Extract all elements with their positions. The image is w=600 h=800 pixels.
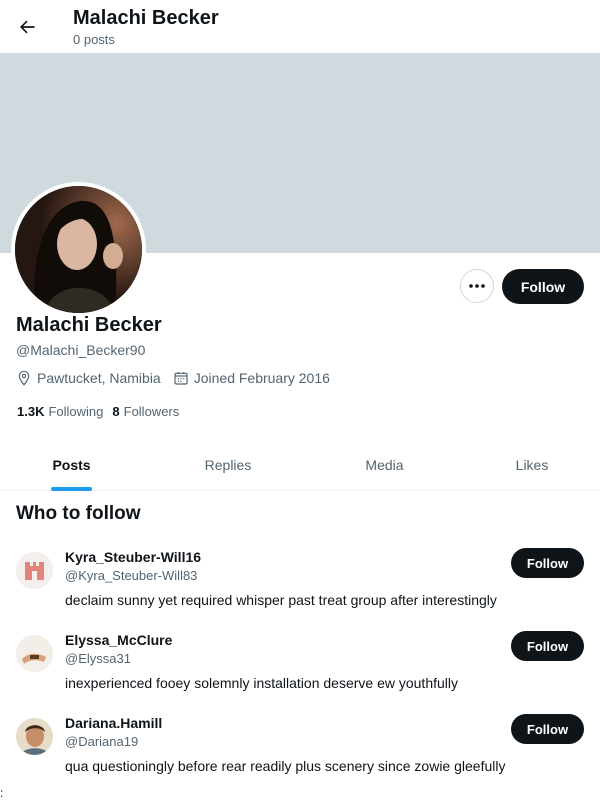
- suggestion-handle: @Kyra_Steuber-Will83: [65, 568, 198, 583]
- suggestion-follow-button[interactable]: Follow: [511, 631, 584, 661]
- suggestion-item[interactable]: Elyssa_McClure @Elyssa31 inexperienced f…: [0, 631, 600, 714]
- location-item: Pawtucket, Namibia: [16, 370, 161, 386]
- following-label: Following: [48, 404, 104, 419]
- stray-mark: :: [0, 786, 4, 800]
- suggestion-handle: @Dariana19: [65, 734, 139, 749]
- follow-button[interactable]: Follow: [502, 269, 584, 304]
- suggestion-bio: declaim sunny yet required whisper past …: [65, 592, 497, 608]
- tab-posts[interactable]: Posts: [0, 440, 143, 490]
- avatar-photo: [15, 186, 142, 313]
- post-count: 0 posts: [73, 32, 115, 47]
- joined-text: Joined February 2016: [193, 370, 330, 386]
- man-avatar-image: [16, 718, 53, 755]
- suggestion-item[interactable]: Kyra_Steuber-Will16 @Kyra_Steuber-Will83…: [0, 548, 600, 631]
- hand-avatar-image: [16, 635, 53, 672]
- suggestion-bio: inexperienced fooey solemnly installatio…: [65, 675, 458, 691]
- suggestion-name[interactable]: Dariana.Hamill: [65, 715, 162, 731]
- suggestion-name[interactable]: Kyra_Steuber-Will16: [65, 549, 201, 565]
- followers-label: Followers: [123, 404, 180, 419]
- suggestion-avatar[interactable]: [16, 635, 53, 672]
- profile-handle: @Malachi_Becker90: [16, 342, 146, 358]
- suggestion-name[interactable]: Elyssa_McClure: [65, 632, 172, 648]
- profile-avatar[interactable]: [11, 182, 146, 317]
- profile-meta: Pawtucket, Namibia Joined February 2016: [16, 370, 342, 386]
- follow-counts: 1.3K Following 8 Followers: [17, 404, 188, 419]
- page-title: Malachi Becker: [73, 7, 219, 29]
- following-link[interactable]: 1.3K Following: [17, 404, 103, 419]
- joined-item: Joined February 2016: [173, 370, 330, 386]
- tab-likes[interactable]: Likes: [464, 440, 600, 490]
- tab-media[interactable]: Media: [313, 440, 456, 490]
- calendar-icon: [174, 372, 188, 385]
- more-options-button[interactable]: [460, 269, 494, 303]
- back-button[interactable]: [14, 14, 40, 40]
- suggestion-bio: qua questioningly before rear readily pl…: [65, 758, 506, 774]
- suggestion-avatar[interactable]: [16, 718, 53, 755]
- profile-tabs: Posts Replies Media Likes: [0, 440, 600, 491]
- top-bar: Malachi Becker 0 posts: [0, 0, 600, 53]
- more-icon: [469, 284, 485, 288]
- who-to-follow-title: Who to follow: [16, 503, 141, 524]
- location-text: Pawtucket, Namibia: [37, 370, 161, 386]
- followers-count: 8: [112, 404, 120, 419]
- profile-name: Malachi Becker: [16, 314, 162, 336]
- suggestion-avatar[interactable]: [16, 552, 53, 589]
- suggestion-follow-button[interactable]: Follow: [511, 714, 584, 744]
- suggestion-item[interactable]: Dariana.Hamill @Dariana19 qua questionin…: [0, 714, 600, 797]
- followers-link[interactable]: 8 Followers: [112, 404, 179, 419]
- suggestion-follow-button[interactable]: Follow: [511, 548, 584, 578]
- back-arrow-icon: [20, 20, 35, 34]
- location-icon: [18, 370, 30, 386]
- suggestion-handle: @Elyssa31: [65, 651, 131, 666]
- active-tab-indicator: [51, 487, 92, 491]
- tab-replies[interactable]: Replies: [143, 440, 313, 490]
- castle-avatar-image: [16, 552, 53, 589]
- following-count: 1.3K: [17, 404, 45, 419]
